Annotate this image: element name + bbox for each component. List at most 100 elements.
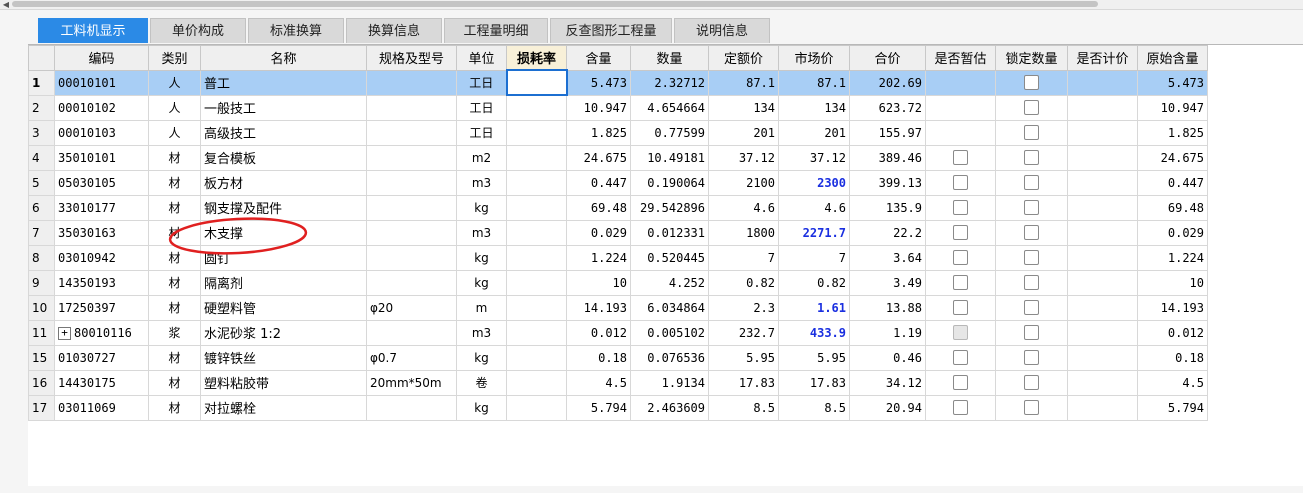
column-header-5[interactable]: 单位 <box>456 45 507 71</box>
spec-cell[interactable] <box>366 194 457 221</box>
category-cell[interactable]: 材 <box>148 369 201 396</box>
spec-cell[interactable] <box>366 94 457 121</box>
unit-cell[interactable]: m2 <box>456 144 507 171</box>
column-header-8[interactable]: 数量 <box>630 45 709 71</box>
original-content-cell[interactable]: 5.473 <box>1137 69 1208 96</box>
column-header-10[interactable]: 市场价 <box>778 45 850 71</box>
original-content-cell[interactable]: 69.48 <box>1137 194 1208 221</box>
market-price-cell[interactable]: 134 <box>778 94 850 121</box>
column-header-1[interactable]: 编码 <box>54 45 149 71</box>
unit-cell[interactable]: kg <box>456 344 507 371</box>
category-cell[interactable]: 人 <box>148 69 201 96</box>
market-price-cell[interactable]: 4.6 <box>778 194 850 221</box>
scrollbar-thumb[interactable] <box>12 1 1098 7</box>
loss-rate-cell[interactable] <box>506 244 567 271</box>
column-header-11[interactable]: 合价 <box>849 45 926 71</box>
table-row[interactable]: 9 14350193 材隔离剂 kg 10 4.252 0.82 0.82 3.49 10 <box>28 269 1215 296</box>
content-cell[interactable]: 5.473 <box>566 69 631 96</box>
quantity-cell[interactable]: 29.542896 <box>630 194 709 221</box>
name-cell[interactable]: 钢支撑及配件 <box>200 194 367 221</box>
column-header-14[interactable]: 是否计价 <box>1067 45 1138 71</box>
column-header-9[interactable]: 定额价 <box>708 45 779 71</box>
unit-cell[interactable]: 工日 <box>456 94 507 121</box>
category-cell[interactable]: 材 <box>148 244 201 271</box>
loss-rate-cell[interactable] <box>506 269 567 296</box>
unit-cell[interactable]: 卷 <box>456 369 507 396</box>
column-header-6[interactable]: 损耗率 <box>506 45 567 71</box>
table-row[interactable]: 3 00010103 人高级技工 工日 1.825 0.77599 201 201 155.97… <box>28 119 1215 146</box>
content-cell[interactable]: 0.029 <box>566 219 631 246</box>
total-price-cell[interactable]: 3.64 <box>849 244 926 271</box>
table-row[interactable]: 6 33010177 材钢支撑及配件 kg 69.48 29.542896 4.6 4.6 13… <box>28 194 1215 221</box>
provisional-checkbox[interactable] <box>953 300 968 315</box>
original-content-cell[interactable]: 4.5 <box>1137 369 1208 396</box>
table-row[interactable]: 4 35010101 材复合模板 m2 24.675 10.49181 37.12 37.12… <box>28 144 1215 171</box>
row-number[interactable]: 16 <box>28 369 55 396</box>
spec-cell[interactable] <box>366 144 457 171</box>
table-row[interactable]: 8 03010942 材圆钉 kg 1.224 0.520445 7 7 3.64 1.224 <box>28 244 1215 271</box>
spec-cell[interactable]: φ0.7 <box>366 344 457 371</box>
name-cell[interactable]: 塑料粘胶带 <box>200 369 367 396</box>
spec-cell[interactable] <box>366 69 457 96</box>
content-cell[interactable]: 69.48 <box>566 194 631 221</box>
code-cell[interactable]: 01030727 <box>54 344 149 371</box>
code-cell[interactable]: 14430175 <box>54 369 149 396</box>
lock-quantity-checkbox[interactable] <box>1024 150 1039 165</box>
row-number[interactable]: 4 <box>28 144 55 171</box>
name-cell[interactable]: 对拉螺栓 <box>200 394 367 421</box>
quota-price-cell[interactable]: 2.3 <box>708 294 779 321</box>
lock-quantity-checkbox[interactable] <box>1024 225 1039 240</box>
lock-quantity-checkbox[interactable] <box>1024 75 1039 90</box>
tab-1[interactable]: 工料机显示 <box>38 18 148 43</box>
category-cell[interactable]: 材 <box>148 194 201 221</box>
loss-rate-cell[interactable] <box>506 219 567 246</box>
market-price-cell[interactable]: 2300 <box>778 169 850 196</box>
quantity-cell[interactable]: 0.076536 <box>630 344 709 371</box>
content-cell[interactable]: 0.447 <box>566 169 631 196</box>
original-content-cell[interactable]: 10 <box>1137 269 1208 296</box>
original-content-cell[interactable]: 0.447 <box>1137 169 1208 196</box>
loss-rate-cell[interactable] <box>506 194 567 221</box>
category-cell[interactable]: 材 <box>148 394 201 421</box>
unit-cell[interactable]: 工日 <box>456 69 507 96</box>
spec-cell[interactable]: φ20 <box>366 294 457 321</box>
original-content-cell[interactable]: 1.825 <box>1137 119 1208 146</box>
lock-quantity-checkbox[interactable] <box>1024 175 1039 190</box>
row-number[interactable]: 15 <box>28 344 55 371</box>
table-row[interactable]: 11 +80010116 浆水泥砂浆 1:2 m3 0.012 0.005102 232.7… <box>28 319 1215 346</box>
original-content-cell[interactable]: 0.012 <box>1137 319 1208 346</box>
expand-plus-icon[interactable]: + <box>58 326 71 340</box>
priced-cell[interactable] <box>1067 294 1138 321</box>
loss-rate-cell[interactable] <box>506 344 567 371</box>
column-header-13[interactable]: 锁定数量 <box>995 45 1068 71</box>
original-content-cell[interactable]: 24.675 <box>1137 144 1208 171</box>
total-price-cell[interactable]: 399.13 <box>849 169 926 196</box>
quantity-cell[interactable]: 2.463609 <box>630 394 709 421</box>
total-price-cell[interactable]: 34.12 <box>849 369 926 396</box>
table-row[interactable]: 2 00010102 人一般技工 工日 10.947 4.654664 134 134 623.… <box>28 94 1215 121</box>
unit-cell[interactable]: m3 <box>456 319 507 346</box>
name-cell[interactable]: 复合模板 <box>200 144 367 171</box>
row-number[interactable]: 6 <box>28 194 55 221</box>
loss-rate-editor[interactable] <box>505 69 568 96</box>
content-cell[interactable]: 1.825 <box>566 119 631 146</box>
market-price-cell[interactable]: 2271.7 <box>778 219 850 246</box>
unit-cell[interactable]: m <box>456 294 507 321</box>
table-row[interactable]: 15 01030727 材镀锌铁丝 φ0.7 kg 0.18 0.076536 5.95 5.9… <box>28 344 1215 371</box>
column-header-2[interactable]: 类别 <box>148 45 201 71</box>
content-cell[interactable]: 4.5 <box>566 369 631 396</box>
provisional-checkbox[interactable] <box>953 375 968 390</box>
priced-cell[interactable] <box>1067 169 1138 196</box>
name-cell[interactable]: 木支撑 <box>200 219 367 246</box>
total-price-cell[interactable]: 623.72 <box>849 94 926 121</box>
total-price-cell[interactable]: 0.46 <box>849 344 926 371</box>
original-content-cell[interactable]: 5.794 <box>1137 394 1208 421</box>
content-cell[interactable]: 5.794 <box>566 394 631 421</box>
quantity-cell[interactable]: 4.654664 <box>630 94 709 121</box>
quota-price-cell[interactable]: 0.82 <box>708 269 779 296</box>
tab-6[interactable]: 反查图形工程量 <box>550 18 672 43</box>
lock-quantity-checkbox[interactable] <box>1024 100 1039 115</box>
quantity-cell[interactable]: 1.9134 <box>630 369 709 396</box>
priced-cell[interactable] <box>1067 119 1138 146</box>
tab-5[interactable]: 工程量明细 <box>444 18 548 43</box>
